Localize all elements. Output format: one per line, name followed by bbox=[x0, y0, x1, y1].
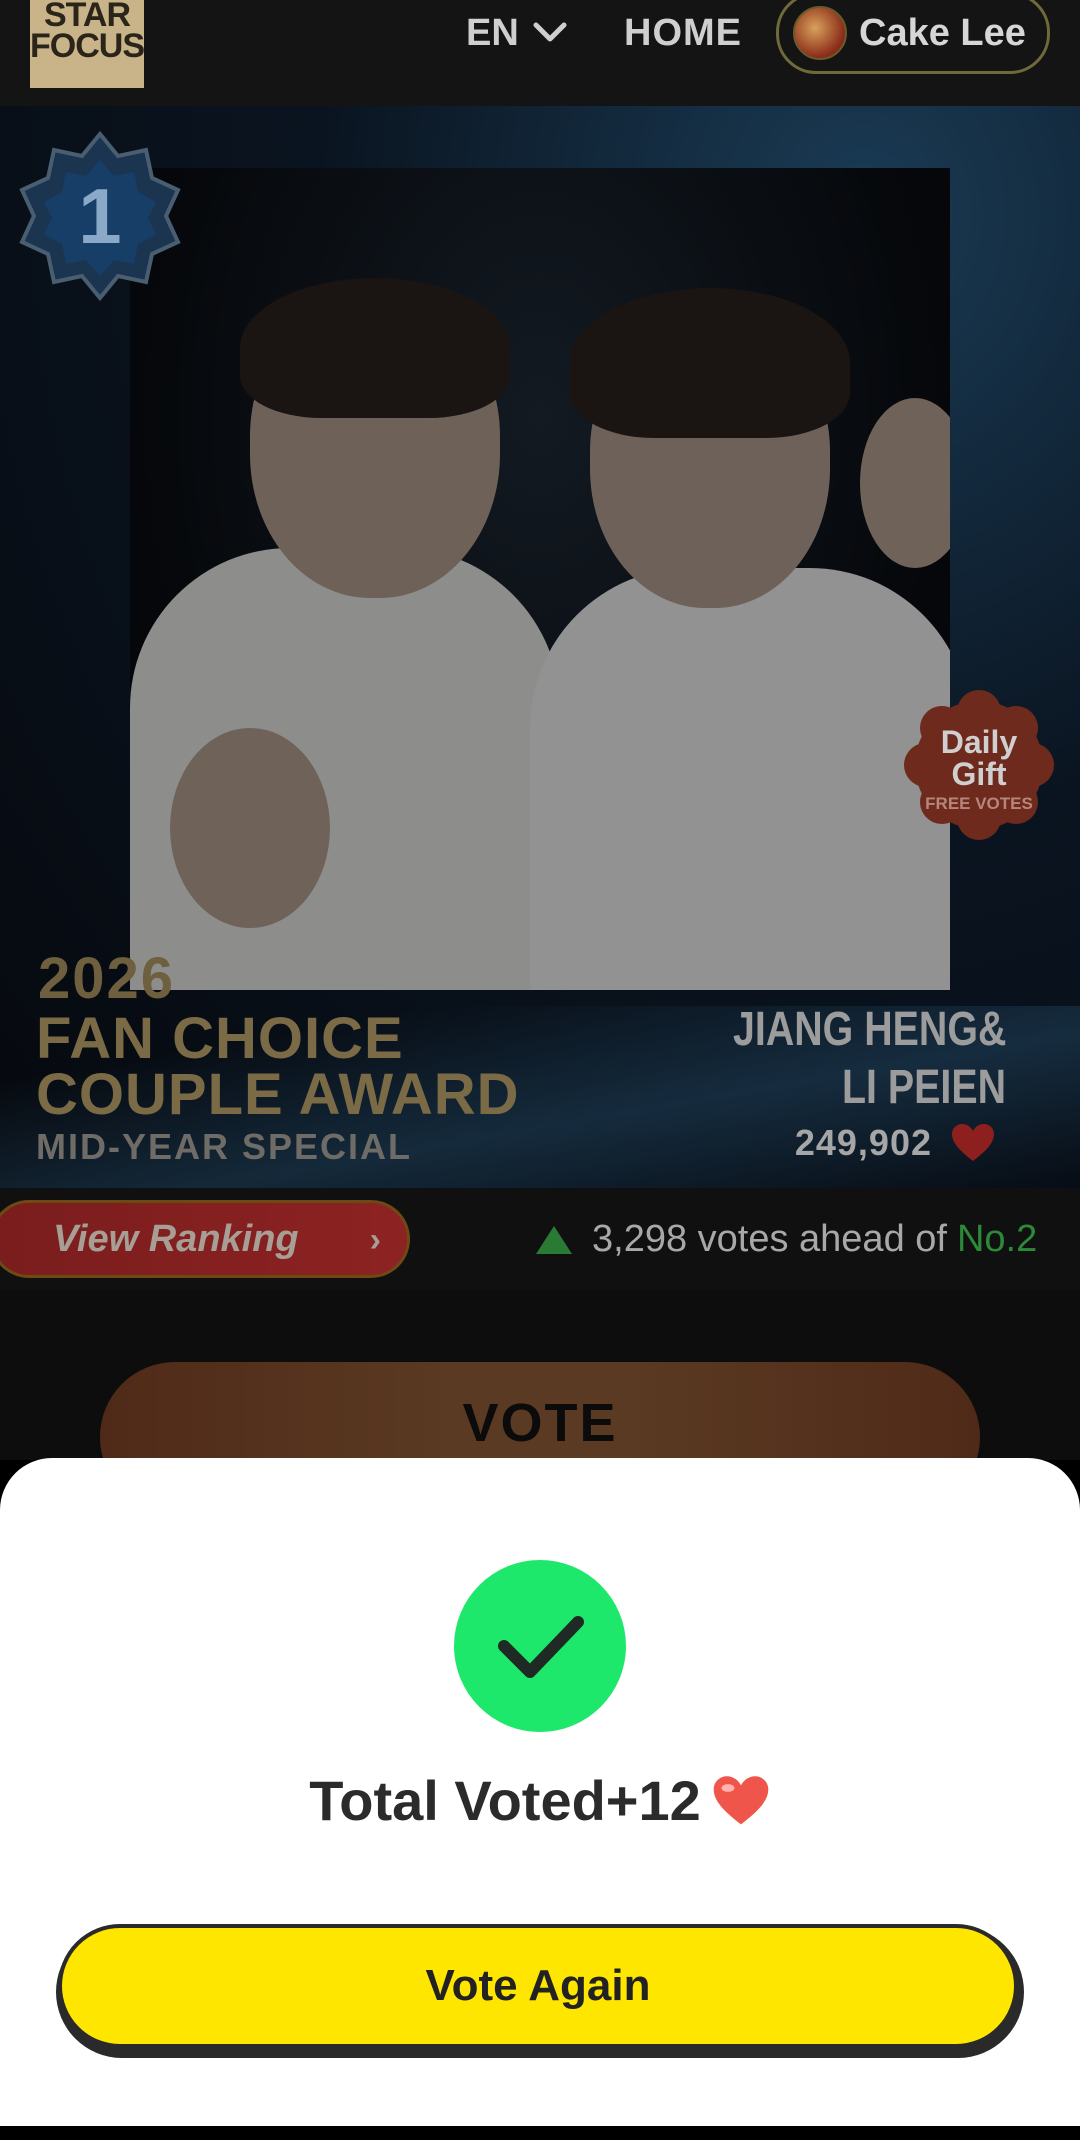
user-profile-button[interactable]: Cake Lee bbox=[776, 0, 1050, 74]
bottom-edge bbox=[0, 2126, 1080, 2140]
logo-line-2: FOCUS bbox=[30, 27, 145, 66]
person-right-hand bbox=[860, 398, 950, 568]
rank-badge: 1 bbox=[10, 126, 190, 306]
nominee-name-line-2: LI PEIEN bbox=[841, 1061, 1006, 1114]
total-voted-text: Total Voted+12 bbox=[309, 1769, 701, 1832]
vote-count: 249,902 bbox=[795, 1122, 996, 1164]
star-focus-logo[interactable]: STAR FOCUS bbox=[30, 0, 145, 88]
user-name: Cake Lee bbox=[859, 11, 1026, 54]
next-rank-label: No.2 bbox=[956, 1218, 1038, 1260]
total-voted-message: Total Voted+12 bbox=[0, 1768, 1080, 1833]
person-left-hand bbox=[170, 728, 330, 928]
vote-count-value: 249,902 bbox=[794, 1122, 932, 1163]
view-ranking-label: View Ranking bbox=[53, 1217, 299, 1260]
success-badge bbox=[454, 1560, 626, 1732]
person-left-hair bbox=[240, 278, 510, 418]
chevron-right-icon: › bbox=[369, 1221, 381, 1259]
language-selector[interactable]: EN bbox=[466, 8, 567, 58]
language-label: EN bbox=[466, 11, 519, 54]
heart-icon bbox=[713, 1775, 769, 1824]
lead-status: 3,298 votes ahead of No.2 bbox=[536, 1218, 1037, 1261]
vote-again-button[interactable]: Vote Again bbox=[58, 1924, 1018, 2048]
home-link[interactable]: HOME bbox=[624, 8, 742, 58]
person-right-body bbox=[530, 568, 950, 990]
nominee-photo bbox=[130, 168, 950, 990]
checkmark-icon bbox=[498, 1616, 584, 1678]
rank-number: 1 bbox=[78, 171, 122, 260]
vote-success-sheet: Total Voted+12 Vote Again bbox=[0, 1458, 1080, 2126]
award-year: 2026 bbox=[38, 946, 176, 1011]
daily-gift-button[interactable]: Daily Gift FREE VOTES bbox=[904, 690, 1054, 840]
top-header: STAR FOCUS EN HOME Cake Lee bbox=[0, 0, 1080, 106]
person-right-hair bbox=[570, 288, 850, 438]
vote-area: VOTE bbox=[0, 1290, 1080, 1512]
gift-line-3: FREE VOTES bbox=[925, 794, 1033, 813]
nominee-hero: 1 Daily Gift FREE VOTES 2026 FAN CHOICE … bbox=[0, 106, 1080, 1188]
heart-icon bbox=[952, 1124, 994, 1161]
award-title-line-2: COUPLE AWARD bbox=[36, 1062, 520, 1127]
chevron-down-icon bbox=[533, 22, 567, 42]
gift-line-2: Gift bbox=[951, 756, 1007, 792]
nominee-name-line-1: JIANG HENG& bbox=[732, 1003, 1006, 1056]
award-subtitle: MID-YEAR SPECIAL bbox=[36, 1126, 413, 1167]
lead-text: 3,298 votes ahead of bbox=[592, 1218, 947, 1260]
view-ranking-button[interactable]: View Ranking › bbox=[0, 1200, 410, 1278]
award-title-line-1: FAN CHOICE bbox=[36, 1006, 404, 1071]
avatar bbox=[793, 6, 847, 60]
rank-up-icon bbox=[536, 1225, 572, 1254]
